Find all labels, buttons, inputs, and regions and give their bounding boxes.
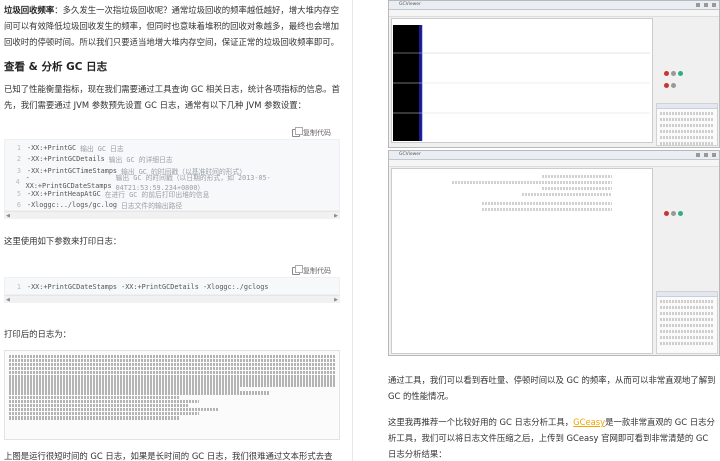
gc-log-screenshot bbox=[4, 350, 340, 440]
copy-icon bbox=[292, 265, 303, 275]
scroll-left-icon[interactable]: ◀ bbox=[6, 213, 10, 219]
scroll-right-icon[interactable]: ▶ bbox=[334, 213, 338, 219]
code-block-print-params: 1 -XX:+PrintGCDateStamps -XX:+PrintGCDeta… bbox=[4, 277, 340, 295]
long-log-paragraph: 上图是运行很短时间的 GC 日志，如果是长时间的 GC 日志，我们很难通过文本形… bbox=[4, 451, 333, 461]
window-titlebar: GCViewer bbox=[389, 1, 719, 10]
copy-code-button-2[interactable]: 复制代码 bbox=[292, 265, 331, 276]
code-block-jvm-params: 1 -XX:+PrintGC 输出 GC 日志 2 -XX:+PrintGCDetai… bbox=[4, 139, 340, 211]
scroll-right-icon[interactable]: ▶ bbox=[334, 297, 338, 303]
article-left-column: 垃圾回收频率：多久发生一次指垃圾回收呢？通常垃圾回收的频率越低越好，增大堆内存空… bbox=[0, 0, 352, 461]
window-toolbar bbox=[389, 10, 719, 17]
gc-frequency-paragraph: 垃圾回收频率：多久发生一次指垃圾回收呢？通常垃圾回收的频率越低越好，增大堆内存空… bbox=[4, 2, 340, 50]
close-icon bbox=[712, 3, 716, 7]
minimize-icon bbox=[696, 3, 700, 7]
tool-summary-paragraph: 通过工具，我们可以看到吞吐量、停顿时间以及 GC 的频率，从而可以非常直观地了解… bbox=[388, 375, 716, 401]
gc-plot-svg bbox=[392, 19, 652, 142]
print-params-paragraph: 这里使用如下参数来打印日志： bbox=[4, 236, 122, 246]
gceasy-link[interactable]: GCeasy bbox=[573, 417, 605, 427]
maximize-icon bbox=[704, 153, 708, 157]
gcviewer-screenshot-1: GCViewer bbox=[388, 0, 720, 148]
gceasy-paragraph: 这里我再推荐一个比较好用的 GC 日志分析工具，GCeasy是一款非常直观的 G… bbox=[388, 414, 718, 461]
close-icon bbox=[712, 153, 716, 157]
code-horizontal-scrollbar[interactable]: ◀ ▶ bbox=[4, 211, 340, 219]
window-title: GCViewer bbox=[399, 152, 421, 157]
column-divider bbox=[352, 0, 353, 461]
minimize-icon bbox=[696, 153, 700, 157]
window-titlebar: GCViewer bbox=[389, 151, 719, 160]
section-heading: 查看 & 分析 GC 日志 bbox=[4, 61, 108, 73]
gc-frequency-text: ：多久发生一次指垃圾回收呢？通常垃圾回收的频率越低越好，增大堆内存空间可以有效降… bbox=[4, 5, 339, 47]
code-line: 4 -XX:+PrintGCDateStamps 输出 GC 的时间戳（以日期的形式… bbox=[15, 174, 271, 193]
gc-legend-dots bbox=[664, 211, 683, 216]
gc-frequency-term: 垃圾回收频率 bbox=[4, 5, 55, 15]
gc-legend-dots bbox=[664, 71, 683, 76]
gc-pause-plot bbox=[391, 18, 653, 143]
copy-code-button-1[interactable]: 复制代码 bbox=[292, 127, 331, 138]
code-line: 6 -Xloggc:../logs/gc.log 日志文件的输出路径 bbox=[16, 201, 183, 211]
gc-summary-panel bbox=[656, 103, 718, 146]
code-line: 2 -XX:+PrintGCDetails 输出 GC 的详细日志 bbox=[16, 155, 173, 165]
code-horizontal-scrollbar[interactable]: ◀ ▶ bbox=[4, 295, 340, 303]
code-line: 1 -XX:+PrintGCDateStamps -XX:+PrintGCDeta… bbox=[16, 282, 269, 291]
log-output-label: 打印后的日志为： bbox=[4, 329, 71, 339]
jvm-params-paragraph: 已知了性能衡量指标，现在我们需要通过工具查询 GC 相关日志，统计各项指标的信息… bbox=[4, 84, 340, 110]
code-line: 1 -XX:+PrintGC 输出 GC 日志 bbox=[16, 143, 124, 153]
gc-event-details-panel bbox=[391, 168, 653, 354]
gc-legend-dots bbox=[664, 83, 676, 88]
gc-summary-panel bbox=[656, 291, 718, 354]
gcviewer-screenshot-2: GCViewer bbox=[388, 150, 720, 356]
gceasy-text-pre: 这里我再推荐一个比较好用的 GC 日志分析工具， bbox=[388, 417, 574, 427]
maximize-icon bbox=[704, 3, 708, 7]
article-right-column: GCViewer GCViewer 通过工具，我们可以看到吞吐量、停顿时间以及 … bbox=[358, 0, 720, 461]
copy-icon bbox=[292, 127, 303, 137]
window-toolbar bbox=[389, 160, 719, 167]
window-title: GCViewer bbox=[399, 2, 421, 7]
scroll-left-icon[interactable]: ◀ bbox=[6, 297, 10, 303]
copy-code-label: 复制代码 bbox=[303, 129, 331, 137]
copy-code-label: 复制代码 bbox=[303, 267, 331, 275]
